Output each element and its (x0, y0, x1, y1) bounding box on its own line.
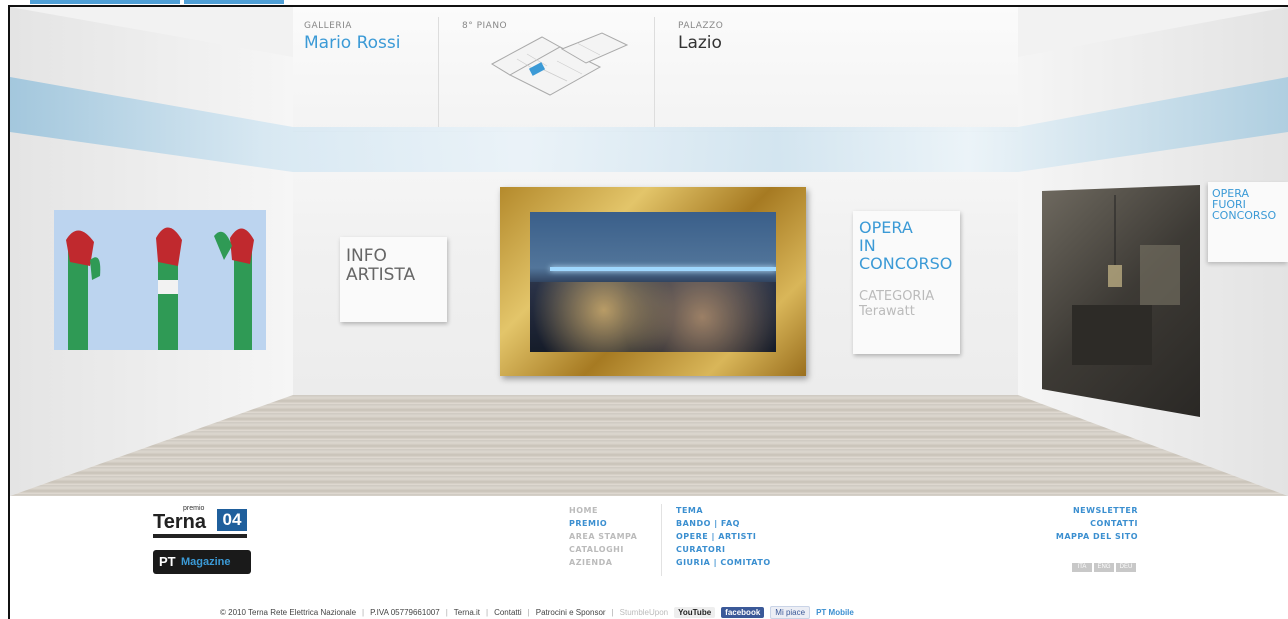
pt-name: PT (159, 554, 176, 569)
figure-2 (156, 227, 182, 350)
figure-3 (214, 228, 254, 350)
categoria-value: Terawatt (859, 304, 915, 319)
opera-fuori-concorso-card[interactable]: OPERA FUORI CONCORSO (1208, 182, 1288, 262)
back-ceiling (293, 7, 1018, 132)
artwork-right-scene (1072, 195, 1180, 365)
footer-patrocini-link[interactable]: Patrocini e Sponsor (536, 608, 606, 617)
gallery-room: GALLERIA Mario Rossi 8° PIANO PALAZZO La… (10, 7, 1288, 496)
nav-home[interactable]: HOME (569, 504, 637, 517)
nav-tema[interactable]: TEMA (676, 504, 771, 517)
nav-cataloghi[interactable]: CATALOGHI (569, 543, 637, 556)
premio-terna-logo[interactable]: premio Terna 04 (153, 505, 251, 539)
stumbleupon-button[interactable]: StumbleUpon (620, 608, 668, 617)
mi-piace-button[interactable]: Mi piace (770, 606, 811, 619)
opera-line2: IN (859, 236, 876, 255)
footer-copyright: © 2010 Terna Rete Elettrica Nazionale (220, 608, 357, 617)
nav-contatti[interactable]: CONTATTI (1030, 517, 1138, 530)
facebook-button[interactable]: facebook (721, 607, 765, 618)
city-lights (530, 282, 776, 352)
terna-name: Terna (153, 511, 206, 533)
artwork-right[interactable] (1042, 185, 1200, 417)
gold-frame-artwork[interactable] (500, 187, 806, 376)
floor-plan-map[interactable] (482, 29, 632, 101)
header-divider (654, 17, 655, 127)
nav-mappa-del-sito[interactable]: MAPPA DEL SITO (1030, 530, 1138, 543)
categoria-label: CATEGORIA (859, 289, 935, 304)
lang-eng[interactable]: ENG (1094, 563, 1114, 572)
nav-separator (661, 504, 662, 576)
galleria-block: GALLERIA Mario Rossi (304, 21, 401, 53)
galleria-value[interactable]: Mario Rossi (304, 33, 401, 53)
nav-area-stampa[interactable]: AREA STAMPA (569, 530, 637, 543)
top-accent-bar (0, 0, 1288, 4)
info-artista-card[interactable]: INFO ARTISTA (340, 237, 447, 322)
lang-deu[interactable]: DEU (1116, 563, 1136, 572)
footer-piva: P.IVA 05779661007 (370, 608, 440, 617)
nav-bando-faq[interactable]: BANDO | FAQ (676, 517, 771, 530)
terna-underline (153, 534, 247, 538)
terna-number: 04 (217, 509, 247, 531)
info-line2: ARTISTA (346, 265, 416, 285)
nav-column-1: HOME PREMIO AREA STAMPA CATALOGHI AZIEND… (569, 504, 637, 569)
info-line1: INFO (346, 246, 387, 266)
galleria-label: GALLERIA (304, 21, 352, 31)
nav-azienda[interactable]: AZIENDA (569, 556, 637, 569)
nav-opere-artisti[interactable]: OPERE | ARTISTI (676, 530, 771, 543)
youtube-button[interactable]: YouTube (674, 607, 716, 618)
light-beam (550, 267, 776, 271)
palazzo-block: PALAZZO Lazio (678, 21, 723, 53)
pt-magazine-logo[interactable]: PT Magazine (153, 550, 251, 574)
framed-canvas (530, 212, 776, 352)
lang-ita[interactable]: ITA (1072, 563, 1092, 572)
opera-in-concorso-card[interactable]: OPERA IN CONCORSO CATEGORIA Terawatt (853, 211, 960, 354)
nav-premio[interactable]: PREMIO (569, 517, 637, 530)
footer-contatti-link[interactable]: Contatti (494, 608, 522, 617)
palazzo-label: PALAZZO (678, 21, 724, 31)
palazzo-value[interactable]: Lazio (678, 33, 723, 53)
footer-bar: © 2010 Terna Rete Elettrica Nazionale | … (220, 606, 854, 619)
opera-line3: CONCORSO (859, 254, 953, 273)
top-tab-1[interactable] (30, 0, 180, 4)
nav-newsletter[interactable]: NEWSLETTER (1030, 504, 1138, 517)
nav-column-3: NEWSLETTER CONTATTI MAPPA DEL SITO (1030, 504, 1138, 543)
pt-mobile-link[interactable]: PT Mobile (816, 608, 854, 617)
top-tab-2[interactable] (184, 0, 284, 4)
language-switcher: ITA ENG DEU (1070, 555, 1136, 573)
artwork-figures (66, 227, 254, 350)
footer-terna-link[interactable]: Terna.it (454, 608, 480, 617)
header-divider (438, 17, 439, 127)
pt-suffix: Magazine (181, 556, 231, 568)
fuori-line3: CONCORSO (1212, 209, 1277, 222)
nav-column-2: TEMA BANDO | FAQ OPERE | ARTISTI CURATOR… (676, 504, 771, 569)
nav-giuria-comitato[interactable]: GIURIA | COMITATO (676, 556, 771, 569)
figure-1 (66, 230, 101, 350)
artwork-left[interactable] (54, 210, 266, 350)
nav-curatori[interactable]: CURATORI (676, 543, 771, 556)
opera-line1: OPERA (859, 218, 913, 237)
